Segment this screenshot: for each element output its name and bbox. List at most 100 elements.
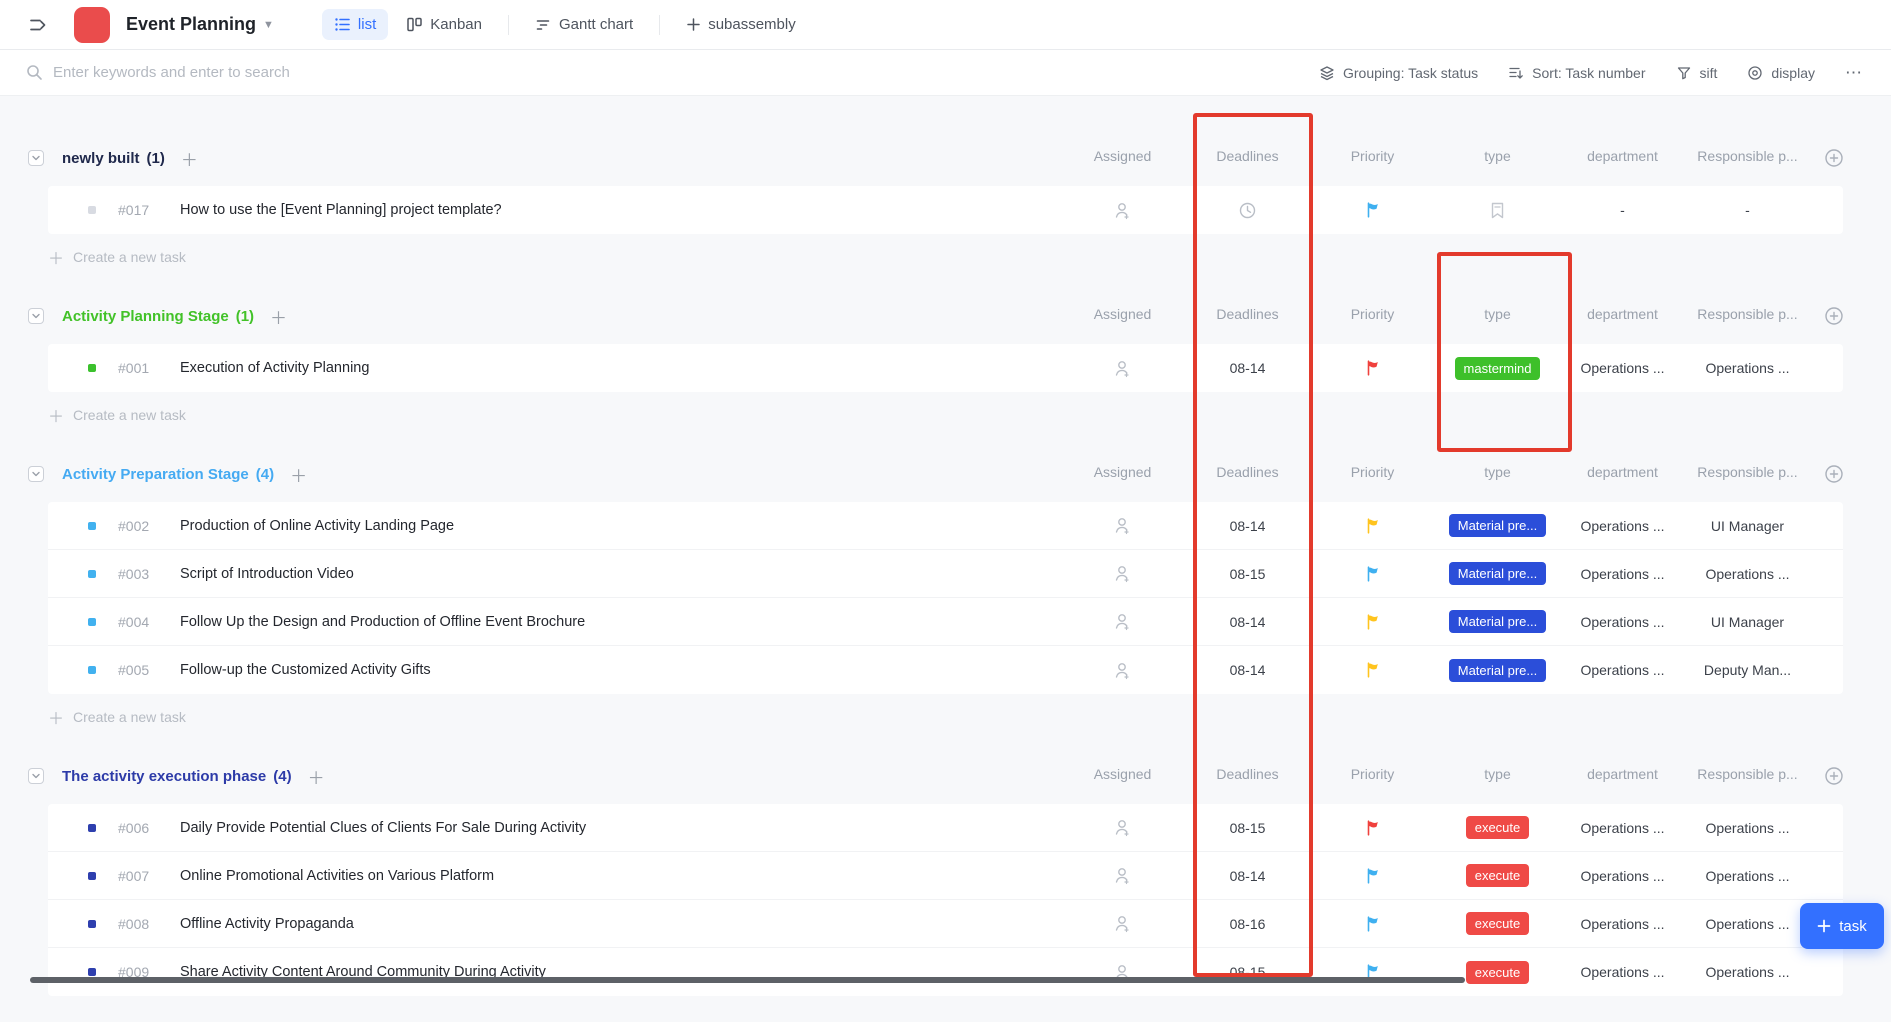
task-title[interactable]: Daily Provide Potential Clues of Clients… [180,820,586,836]
project-title[interactable]: Event Planning ▼ [126,14,274,35]
type-cell[interactable] [1435,201,1560,220]
sidebar-toggle-icon[interactable] [26,13,50,37]
task-status-dot[interactable] [88,364,96,372]
grouping-control[interactable]: Grouping: Task status [1319,65,1478,81]
tab-kanban[interactable]: Kanban [394,9,494,40]
deadline-cell[interactable]: 08-15 [1185,820,1310,836]
add-column-button[interactable] [1824,766,1844,786]
deadline-cell[interactable]: 08-14 [1185,360,1310,376]
priority-cell[interactable] [1310,867,1435,885]
department-cell[interactable]: Operations ... [1560,360,1685,376]
responsible-cell[interactable]: Operations ... [1685,964,1810,980]
department-cell[interactable]: Operations ... [1560,964,1685,980]
collapse-group-button[interactable] [28,466,44,482]
responsible-cell[interactable]: Operations ... [1685,868,1810,884]
assigned-cell[interactable] [1060,866,1185,885]
responsible-cell[interactable]: UI Manager [1685,518,1810,534]
type-cell[interactable]: Material pre... [1435,514,1560,537]
priority-cell[interactable] [1310,359,1435,377]
type-cell[interactable]: Material pre... [1435,659,1560,682]
responsible-cell[interactable]: Operations ... [1685,916,1810,932]
assigned-cell[interactable] [1060,661,1185,680]
assigned-cell[interactable] [1060,818,1185,837]
task-row[interactable]: #001Execution of Activity Planning08-14m… [48,344,1843,392]
task-row[interactable]: #003Script of Introduction Video08-15Mat… [48,550,1843,598]
task-title[interactable]: Production of Online Activity Landing Pa… [180,518,454,534]
task-title[interactable]: Execution of Activity Planning [180,360,369,376]
create-new-task-button[interactable]: ＋Create a new task [48,702,1843,732]
assigned-cell[interactable] [1060,914,1185,933]
create-new-task-button[interactable]: ＋Create a new task [48,400,1843,430]
type-cell[interactable]: Material pre... [1435,610,1560,633]
task-status-dot[interactable] [88,570,96,578]
deadline-cell[interactable]: 08-16 [1185,916,1310,932]
priority-cell[interactable] [1310,819,1435,837]
task-title[interactable]: How to use the [Event Planning] project … [180,202,502,218]
add-task-icon[interactable]: ＋ [308,764,325,789]
department-cell[interactable]: Operations ... [1560,868,1685,884]
add-column-button[interactable] [1824,148,1844,168]
task-row[interactable]: #002Production of Online Activity Landin… [48,502,1843,550]
assigned-cell[interactable] [1060,564,1185,583]
sort-control[interactable]: Sort: Task number [1508,65,1645,81]
type-cell[interactable]: Material pre... [1435,562,1560,585]
deadline-cell[interactable]: 08-14 [1185,518,1310,534]
deadline-cell[interactable] [1185,201,1310,220]
create-new-task-button[interactable]: ＋Create a new task [48,242,1843,272]
add-task-icon[interactable]: ＋ [270,304,287,329]
task-row[interactable]: #004Follow Up the Design and Production … [48,598,1843,646]
add-subassembly-button[interactable]: subassembly [674,9,808,40]
more-options-button[interactable]: ⋯ [1845,63,1863,83]
priority-cell[interactable] [1310,517,1435,535]
department-cell[interactable]: Operations ... [1560,566,1685,582]
task-title[interactable]: Follow-up the Customized Activity Gifts [180,662,431,678]
assigned-cell[interactable] [1060,359,1185,378]
search-input[interactable]: Enter keywords and enter to search [26,64,1319,81]
deadline-cell[interactable]: 08-14 [1185,868,1310,884]
type-cell[interactable]: execute [1435,816,1560,839]
task-title[interactable]: Offline Activity Propaganda [180,916,354,932]
responsible-cell[interactable]: Operations ... [1685,820,1810,836]
department-cell[interactable]: Operations ... [1560,518,1685,534]
task-status-dot[interactable] [88,968,96,976]
task-status-dot[interactable] [88,872,96,880]
priority-cell[interactable] [1310,201,1435,219]
collapse-group-button[interactable] [28,768,44,784]
task-title[interactable]: Script of Introduction Video [180,566,354,582]
task-row[interactable]: #017How to use the [Event Planning] proj… [48,186,1843,234]
assigned-cell[interactable] [1060,516,1185,535]
task-status-dot[interactable] [88,920,96,928]
tab-gantt-chart[interactable]: Gantt chart [523,9,645,40]
department-cell[interactable]: Operations ... [1560,662,1685,678]
responsible-cell[interactable]: - [1685,202,1810,218]
tab-list[interactable]: list [322,9,388,40]
task-row[interactable]: #009Share Activity Content Around Commun… [48,948,1843,996]
collapse-group-button[interactable] [28,308,44,324]
task-status-dot[interactable] [88,206,96,214]
task-row[interactable]: #006Daily Provide Potential Clues of Cli… [48,804,1843,852]
priority-cell[interactable] [1310,613,1435,631]
display-control[interactable]: display [1747,65,1815,81]
add-column-button[interactable] [1824,464,1844,484]
task-row[interactable]: #005Follow-up the Customized Activity Gi… [48,646,1843,694]
deadline-cell[interactable]: 08-15 [1185,566,1310,582]
deadline-cell[interactable]: 08-14 [1185,614,1310,630]
priority-cell[interactable] [1310,565,1435,583]
assigned-cell[interactable] [1060,201,1185,220]
department-cell[interactable]: Operations ... [1560,614,1685,630]
responsible-cell[interactable]: Deputy Man... [1685,662,1810,678]
horizontal-scrollbar[interactable] [30,977,1465,983]
type-cell[interactable]: execute [1435,912,1560,935]
new-task-button[interactable]: task [1800,903,1884,949]
filter-control[interactable]: sift [1676,65,1718,81]
responsible-cell[interactable]: Operations ... [1685,566,1810,582]
add-column-button[interactable] [1824,306,1844,326]
project-logo[interactable] [74,7,110,43]
department-cell[interactable]: - [1560,202,1685,218]
department-cell[interactable]: Operations ... [1560,916,1685,932]
priority-cell[interactable] [1310,661,1435,679]
task-status-dot[interactable] [88,522,96,530]
responsible-cell[interactable]: UI Manager [1685,614,1810,630]
type-cell[interactable]: mastermind [1435,357,1560,380]
task-status-dot[interactable] [88,666,96,674]
